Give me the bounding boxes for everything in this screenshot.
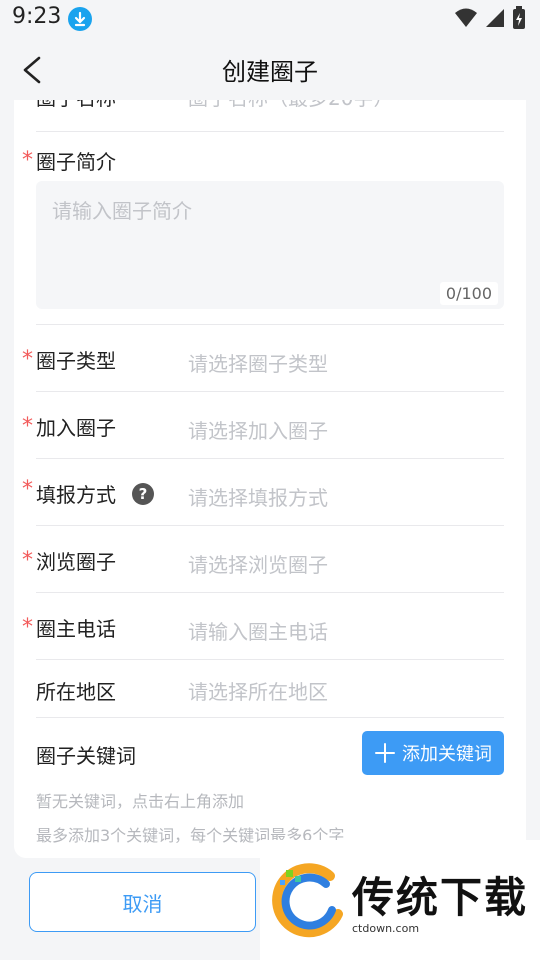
phone-input[interactable]: 请输入圈主电话 <box>188 616 328 645</box>
form-card: * 圈子名称 圈子名称（最多20字） * 圈子简介 请输入圈子简介 0/100 … <box>14 100 526 858</box>
plus-icon <box>375 743 395 763</box>
divider <box>36 313 504 325</box>
region-label: 所在地区 <box>36 680 116 704</box>
wifi-icon <box>455 8 477 27</box>
form-row-intro: * 圈子简介 <box>22 144 504 174</box>
join-label: 加入圈子 <box>36 416 116 440</box>
type-label: 圈子类型 <box>36 349 116 373</box>
region-select[interactable]: 请选择所在地区 <box>188 676 328 705</box>
fill-select[interactable]: 请选择填报方式 <box>188 482 328 511</box>
watermark: 传统下载 ctdown.com <box>260 840 540 960</box>
required-mark: * <box>22 477 33 502</box>
type-select[interactable]: 请选择圈子类型 <box>188 348 328 377</box>
required-mark: * <box>22 615 33 640</box>
form-row-phone[interactable]: * 圈主电话 请输入圈主电话 <box>22 593 504 660</box>
watermark-domain: ctdown.com <box>352 922 420 935</box>
form-row-browse[interactable]: * 浏览圈子 请选择浏览圈子 <box>22 526 504 593</box>
nav-bar: 创建圈子 <box>0 36 540 100</box>
help-icon[interactable]: ? <box>132 483 154 505</box>
required-mark: * <box>22 148 33 173</box>
brand-logo-icon <box>272 863 343 938</box>
status-icons <box>454 6 526 30</box>
status-bar: 9:23 <box>0 0 540 36</box>
required-mark: * <box>22 347 33 372</box>
battery-charging-icon <box>513 6 525 29</box>
required-mark: * <box>22 100 33 107</box>
signal-icon <box>486 9 504 27</box>
help-wrap: ? <box>36 479 166 509</box>
intro-placeholder: 请输入圈子简介 <box>52 199 192 223</box>
required-mark: * <box>22 548 33 573</box>
browse-select[interactable]: 请选择浏览圈子 <box>188 549 328 578</box>
form-row-region[interactable]: 所在地区 请选择所在地区 <box>36 660 504 718</box>
watermark-brand: 传统下载 <box>352 873 529 922</box>
phone-label: 圈主电话 <box>36 617 116 641</box>
intro-label: 圈子简介 <box>36 150 116 174</box>
intro-textarea[interactable]: 请输入圈子简介 0/100 <box>36 181 504 309</box>
download-icon <box>68 7 92 31</box>
status-time: 9:23 <box>12 4 62 29</box>
form-row-fill[interactable]: * 填报方式 ? 请选择填报方式 <box>22 459 504 526</box>
page-title: 创建圈子 <box>222 58 318 86</box>
form-row-join[interactable]: * 加入圈子 请选择加入圈子 <box>22 392 504 459</box>
keywords-empty-hint: 暂无关键词，点击右上角添加 <box>36 792 245 811</box>
name-label: 圈子名称 <box>36 100 116 111</box>
intro-char-counter: 0/100 <box>439 282 498 305</box>
add-keyword-label: 添加关键词 <box>402 744 492 765</box>
join-select[interactable]: 请选择加入圈子 <box>188 415 328 444</box>
form-row-type[interactable]: * 圈子类型 请选择圈子类型 <box>22 325 504 392</box>
form-row-name[interactable]: * 圈子名称 圈子名称（最多20字） <box>22 100 504 132</box>
name-input[interactable]: 圈子名称（最多20字） <box>188 100 393 111</box>
keywords-label: 圈子关键词 <box>36 744 136 768</box>
browse-label: 浏览圈子 <box>36 550 116 574</box>
add-keyword-button[interactable]: 添加关键词 <box>362 731 504 775</box>
required-mark: * <box>22 414 33 439</box>
cancel-button[interactable]: 取消 <box>29 872 256 932</box>
